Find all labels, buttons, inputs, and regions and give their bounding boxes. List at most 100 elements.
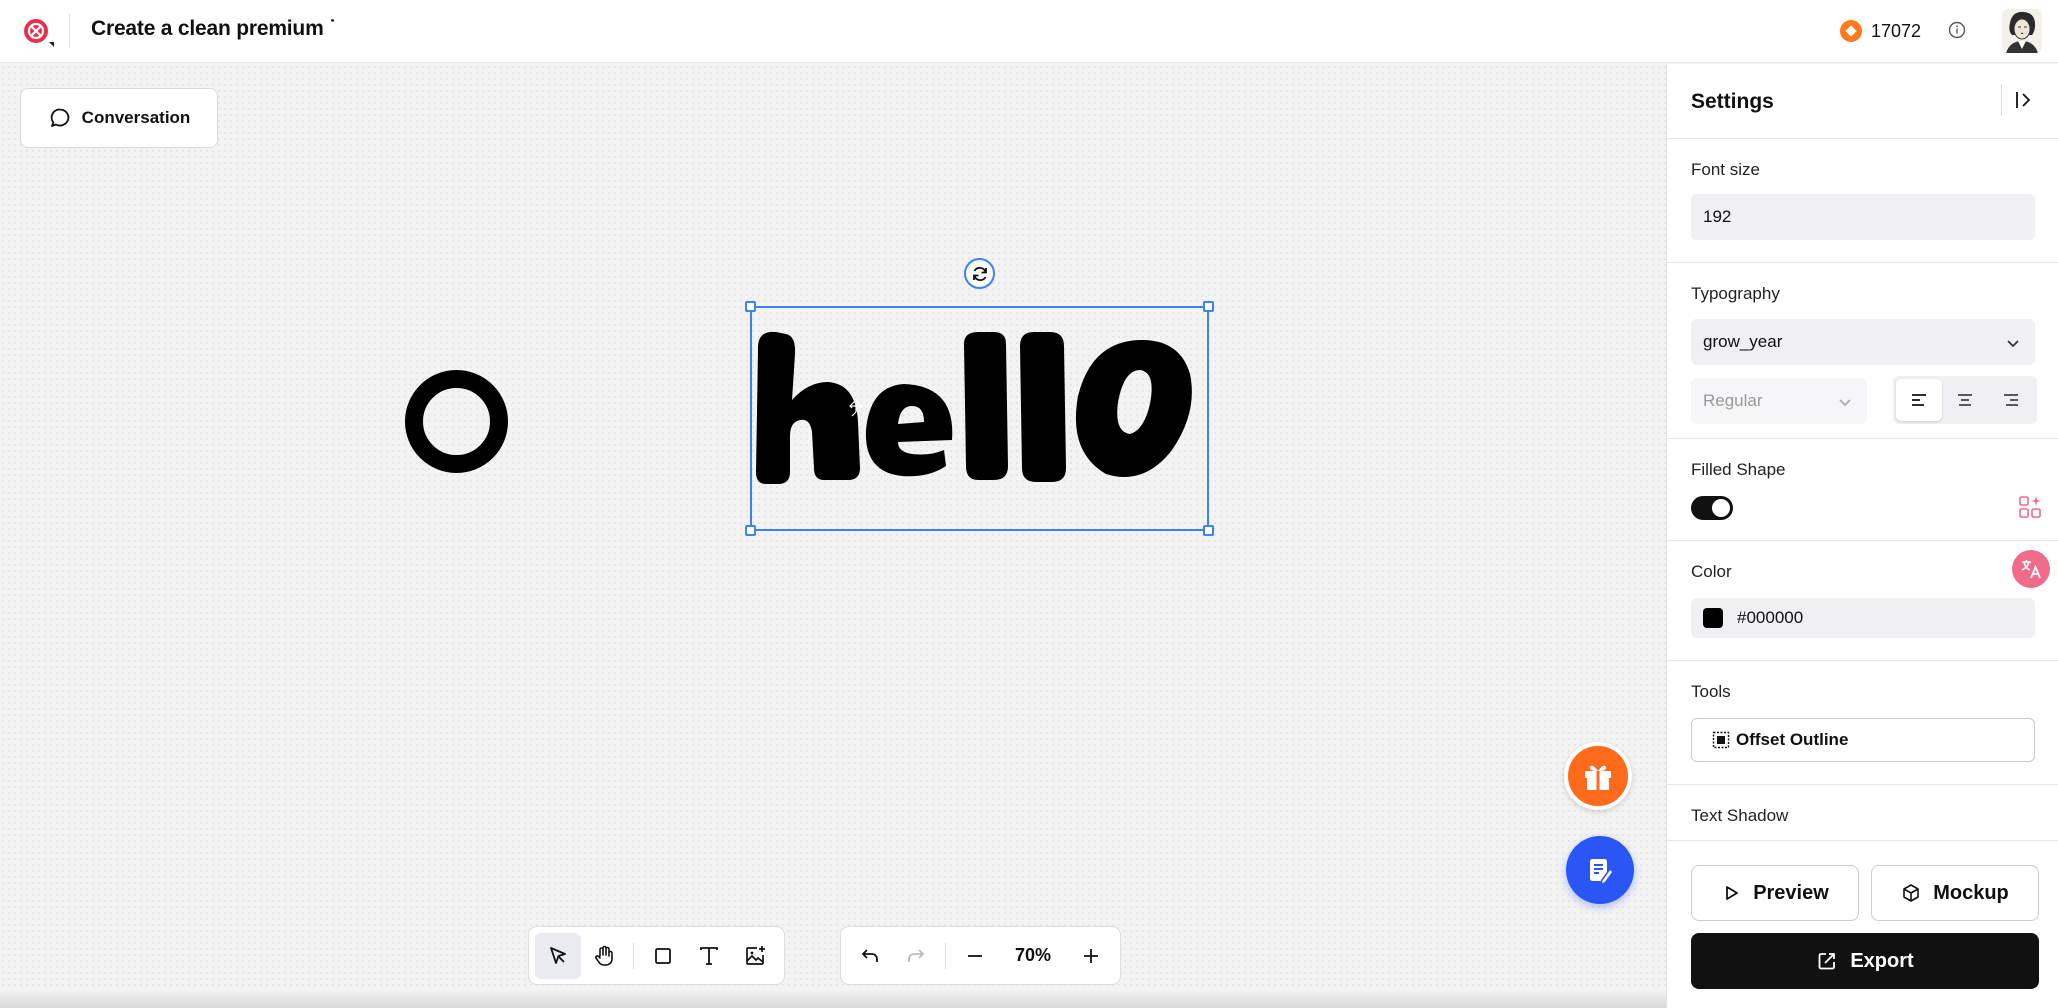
hand-tool[interactable] xyxy=(581,933,627,979)
zoom-level[interactable]: 70% xyxy=(998,945,1068,966)
filled-shape-label: Filled Shape xyxy=(1691,460,1786,479)
color-swatch[interactable] xyxy=(1703,608,1723,628)
plus-icon xyxy=(1084,948,1098,963)
chat-bubble-icon xyxy=(50,108,69,127)
rotate-handle[interactable] xyxy=(964,258,995,289)
history-zoom-toolbar: 70% xyxy=(840,926,1121,985)
align-right-button[interactable] xyxy=(1988,379,2034,421)
avatar[interactable] xyxy=(2002,9,2042,53)
align-right-icon xyxy=(2004,394,2018,406)
hand-icon xyxy=(595,945,613,966)
panel-footer: Preview Mockup Export xyxy=(1667,840,2058,1008)
translate-button[interactable] xyxy=(2012,550,2050,588)
tools-toolbar xyxy=(528,926,785,985)
chevron-down-icon xyxy=(1839,399,1851,407)
chevron-down-icon xyxy=(2007,340,2019,348)
gift-icon xyxy=(1585,765,1611,790)
resize-handle-top-right[interactable] xyxy=(1203,301,1214,312)
minus-icon xyxy=(968,954,982,957)
info-icon[interactable] xyxy=(1947,20,1967,40)
typography-label: Typography xyxy=(1691,284,1780,303)
toolbar-divider xyxy=(945,942,946,969)
align-left-icon xyxy=(1912,394,1926,406)
export-icon xyxy=(1818,953,1836,970)
ring-shape[interactable] xyxy=(405,370,508,473)
coin-icon xyxy=(1840,20,1862,42)
gift-button[interactable] xyxy=(1564,742,1632,810)
pointer-icon xyxy=(550,946,566,964)
resize-handle-bottom-right[interactable] xyxy=(1203,525,1214,536)
top-bar: Create a clean premium ˙ 17072 xyxy=(0,0,2058,63)
image-add-icon xyxy=(746,945,765,965)
panel-divider xyxy=(1667,262,2058,263)
align-center-button[interactable] xyxy=(1942,379,1988,421)
rectangle-tool[interactable] xyxy=(640,933,686,979)
credits-counter[interactable]: 17072 xyxy=(1840,18,1921,44)
zoom-in-button[interactable] xyxy=(1068,933,1114,979)
header-divider xyxy=(69,14,70,48)
font-family-value: grow_year xyxy=(1703,332,1783,351)
cube-icon xyxy=(1903,884,1920,902)
panel-divider xyxy=(1667,438,2058,439)
offset-outline-button[interactable]: Offset Outline xyxy=(1691,718,2035,762)
offset-outline-label: Offset Outline xyxy=(1736,730,1849,749)
filled-shape-toggle[interactable] xyxy=(1691,496,1733,520)
conversation-button[interactable]: Conversation xyxy=(20,88,218,148)
collapse-panel-icon xyxy=(2016,92,2031,108)
text-align-group xyxy=(1893,376,2037,424)
resize-handle-top-left[interactable] xyxy=(745,301,756,312)
play-icon xyxy=(1726,886,1739,900)
hello-text-element[interactable] xyxy=(752,326,1207,496)
logo-icon[interactable] xyxy=(22,17,56,47)
credits-value: 17072 xyxy=(1871,20,1922,41)
panel-divider xyxy=(1667,660,2058,661)
toolbar-divider xyxy=(633,942,634,969)
text-tool[interactable] xyxy=(686,933,732,979)
shapes-sparkle-icon[interactable] xyxy=(2017,494,2045,522)
mockup-button[interactable]: Mockup xyxy=(1871,865,2039,921)
panel-divider xyxy=(1667,540,2058,541)
settings-title: Settings xyxy=(1691,90,1774,113)
undo-button[interactable] xyxy=(847,933,893,979)
undo-icon xyxy=(861,948,878,962)
edit-notes-button[interactable] xyxy=(1566,836,1634,904)
preview-button[interactable]: Preview xyxy=(1691,865,1859,921)
redo-icon xyxy=(908,948,925,962)
edit-note-icon xyxy=(1590,859,1614,885)
mockup-label: Mockup xyxy=(1933,881,2009,904)
color-input[interactable]: #000000 xyxy=(1691,598,2035,638)
settings-panel: Settings Font size 192 Typography grow_y… xyxy=(1666,64,2058,1008)
preview-label: Preview xyxy=(1753,881,1829,904)
color-value: #000000 xyxy=(1737,608,1804,627)
zoom-out-button[interactable] xyxy=(952,933,998,979)
panel-divider xyxy=(1667,138,2058,139)
align-center-icon xyxy=(1958,394,1972,406)
font-size-input[interactable]: 192 xyxy=(1691,194,2035,240)
redo-button[interactable] xyxy=(893,933,939,979)
font-size-label: Font size xyxy=(1691,160,1760,179)
rotate-icon xyxy=(972,266,987,281)
font-size-value: 192 xyxy=(1703,207,1732,226)
select-tool[interactable] xyxy=(535,932,581,979)
canvas-bottom-edge xyxy=(0,990,1666,1008)
translate-icon xyxy=(2021,560,2041,579)
text-shadow-label: Text Shadow xyxy=(1691,806,1789,825)
font-weight-value: Regular xyxy=(1703,391,1763,410)
conversation-label: Conversation xyxy=(81,108,191,127)
text-icon xyxy=(700,946,718,965)
font-weight-select[interactable]: Regular xyxy=(1691,378,1867,424)
square-icon xyxy=(655,947,671,964)
tools-label: Tools xyxy=(1691,682,1731,701)
export-button[interactable]: Export xyxy=(1691,933,2039,989)
collapse-panel-button[interactable] xyxy=(2001,84,2036,116)
export-label: Export xyxy=(1850,949,1914,972)
panel-divider xyxy=(1667,784,2058,785)
font-family-select[interactable]: grow_year xyxy=(1691,319,2035,365)
outline-icon xyxy=(1712,731,1730,749)
align-left-button[interactable] xyxy=(1896,379,1942,421)
color-label: Color xyxy=(1691,562,1732,581)
resize-handle-bottom-left[interactable] xyxy=(745,525,756,536)
design-canvas[interactable] xyxy=(0,64,1666,1008)
document-title[interactable]: Create a clean premium ˙ xyxy=(91,17,336,41)
image-upload-tool[interactable] xyxy=(732,933,778,979)
